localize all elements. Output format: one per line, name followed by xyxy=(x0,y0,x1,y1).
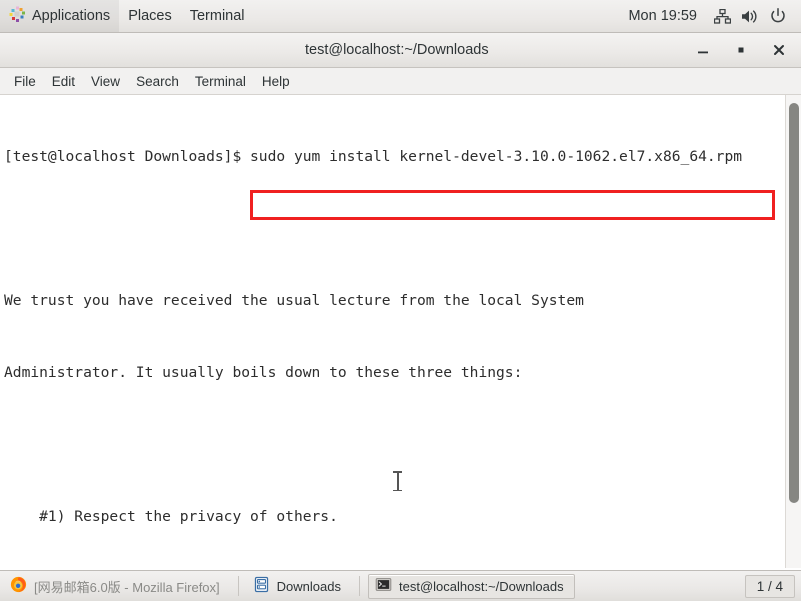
terminal-scrollbar[interactable] xyxy=(785,95,801,568)
taskbar-item-downloads-label: Downloads xyxy=(276,578,341,594)
firefox-icon xyxy=(10,576,27,596)
clock[interactable]: Mon 19:59 xyxy=(618,8,707,24)
minimize-button[interactable] xyxy=(693,40,713,60)
panel-menu-applications-label: Applications xyxy=(32,8,111,24)
file-manager-icon xyxy=(253,576,270,596)
menu-view[interactable]: View xyxy=(83,71,128,92)
taskbar-separator xyxy=(237,576,239,596)
maximize-button[interactable] xyxy=(731,40,751,60)
volume-icon[interactable] xyxy=(737,0,763,32)
terminal-menubar: File Edit View Search Terminal Help xyxy=(0,68,801,95)
taskbar-item-downloads[interactable]: Downloads xyxy=(247,574,351,599)
taskbar-separator xyxy=(358,576,360,596)
panel-menu-terminal[interactable]: Terminal xyxy=(181,0,254,32)
close-button[interactable] xyxy=(769,40,789,60)
taskbar-item-terminal[interactable]: test@localhost:~/Downloads xyxy=(367,573,575,599)
titlebar-left-pad xyxy=(0,50,240,51)
terminal-line: We trust you have received the usual lec… xyxy=(4,292,584,309)
window-titlebar[interactable]: test@localhost:~/Downloads xyxy=(0,33,801,68)
menu-file[interactable]: File xyxy=(6,71,44,92)
panel-menu-bar: Applications Places Terminal xyxy=(0,0,254,32)
terminal-output-area[interactable]: [test@localhost Downloads]$ sudo yum ins… xyxy=(0,95,801,568)
menu-edit[interactable]: Edit xyxy=(44,71,83,92)
fedora-pinwheel-icon xyxy=(9,6,26,27)
taskbar-item-firefox[interactable]: [网易邮箱6.0版 - Mozilla Firefox] xyxy=(4,574,230,599)
panel-menu-places-label: Places xyxy=(128,8,172,24)
window-title: test@localhost:~/Downloads xyxy=(305,42,489,58)
terminal-line: [test@localhost Downloads]$ sudo yum ins… xyxy=(4,148,743,165)
workspace-indicator[interactable]: 1 / 4 xyxy=(744,574,795,598)
terminal-line: #1) Respect the privacy of others. xyxy=(4,508,338,525)
terminal-window: test@localhost:~/Downloads File Edit Vie… xyxy=(0,33,801,570)
menu-terminal[interactable]: Terminal xyxy=(187,71,254,92)
window-buttons xyxy=(693,40,801,60)
terminal-line: Administrator. It usually boils down to … xyxy=(4,364,523,381)
panel-menu-terminal-label: Terminal xyxy=(189,8,245,24)
terminal-text[interactable]: [test@localhost Downloads]$ sudo yum ins… xyxy=(0,95,785,568)
taskbar-item-terminal-label: test@localhost:~/Downloads xyxy=(398,578,564,594)
menu-help[interactable]: Help xyxy=(254,71,298,92)
scrollbar-thumb[interactable] xyxy=(789,103,799,503)
menu-search[interactable]: Search xyxy=(128,71,187,92)
top-panel: Applications Places Terminal Mon 19:59 xyxy=(0,0,801,33)
panel-menu-applications[interactable]: Applications xyxy=(0,0,120,32)
network-icon[interactable] xyxy=(709,0,735,32)
terminal-icon xyxy=(375,576,392,596)
system-tray: Mon 19:59 xyxy=(618,0,801,32)
panel-menu-places[interactable]: Places xyxy=(119,0,181,32)
taskbar: [网易邮箱6.0版 - Mozilla Firefox] Downloads t… xyxy=(0,570,801,601)
power-icon[interactable] xyxy=(765,0,791,32)
taskbar-item-firefox-label: [网易邮箱6.0版 - Mozilla Firefox] xyxy=(34,579,220,595)
